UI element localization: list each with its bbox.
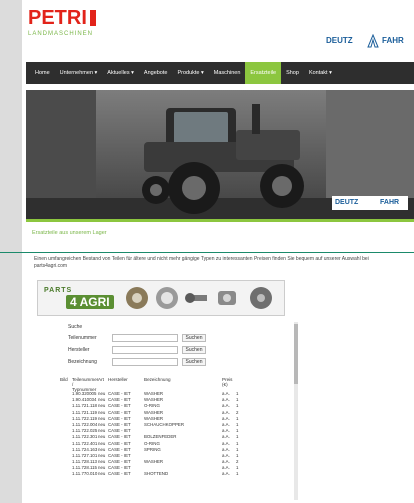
cell-bild [60,471,72,477]
col-art-header: Art [98,377,104,382]
petri-logo[interactable]: PETRI LANDMASCHINEN [28,8,98,37]
nav-item-maschinen[interactable]: Maschinen [209,62,246,84]
hero-brand-left-text: DEUTZ [335,199,359,206]
nav-item-unternehmen[interactable]: Unternehmen ▾ [55,62,103,84]
hersteller-label: Hersteller [68,347,90,353]
results-table: Bild Teilenummer / Typnummer Art Herstel… [60,377,290,478]
col-teilenummer-header: Teilenummer / Typnummer [72,377,99,392]
cell-bezeichnung: SHOTTEND [144,471,169,477]
nav-item-aktuelles[interactable]: Aktuelles ▾ [102,62,139,84]
hydraulic-part-icon [250,287,272,309]
hersteller-input[interactable] [112,346,178,354]
shaft-part-icon [185,293,207,303]
petri-logo-text: PETRI [28,7,87,29]
cell-preis: a.A. [222,471,230,477]
cell-teilenummer[interactable]: 1.11.770.010 [72,471,98,477]
deutz-fahr-logo[interactable]: DEUTZ FAHR [326,34,408,48]
deutz-fahr-mark-icon [367,34,379,48]
cell-qty: 1 [236,471,239,477]
teilenummer-search-button[interactable]: Suchen [182,334,206,342]
nav-item-ersatzteile[interactable]: Ersatzteile [245,62,282,84]
nav-item-angebote[interactable]: Angebote [139,62,173,84]
intro-text: Einen umfangreichen Bestand von Teilen f… [34,256,369,269]
hero-banner: DEUTZ FAHR [26,90,414,220]
main-navigation: Home Unternehmen ▾ Aktuelles ▾ Angebote … [26,62,414,84]
teilenummer-input[interactable] [112,334,178,342]
results-header-row: Bild Teilenummer / Typnummer Art Herstel… [60,377,290,392]
hersteller-search-button[interactable]: Suchen [182,346,206,354]
nav-item-kontakt[interactable]: Kontakt ▾ [304,62,337,84]
cell-art: neu [98,471,106,477]
bezeichnung-search-button[interactable]: Suchen [182,358,206,366]
nav-item-produkte[interactable]: Produkte ▾ [172,62,208,84]
col-hersteller-header: Hersteller [108,377,128,382]
site-header: PETRI LANDMASCHINEN DEUTZ FAHR [22,0,414,62]
nav-item-shop[interactable]: Shop [281,62,304,84]
section-title: Ersatzteile aus unserem Lager [32,230,107,236]
bearing-part-icon [156,287,178,309]
pump-part-icon [218,291,236,305]
petri-logo-bar [90,10,96,26]
bezeichnung-input[interactable] [112,358,178,366]
hero-brand-right-text: FAHR [380,199,400,206]
search-row-bezeichnung: Bezeichnung Suchen [68,358,278,367]
teal-divider-line [0,252,414,253]
search-row-hersteller: Hersteller Suchen [68,346,278,355]
teilenummer-label: Teilenummer [68,335,97,341]
brand-right-text: FAHR [382,36,404,45]
table-row[interactable]: 1.11.770.010 neu CASE - IET SHOTTEND a.A. 1 [60,471,290,477]
parts4agri-banner[interactable]: PARTS 4 AGRI [37,280,285,316]
search-panel: Suche Teilenummer Suchen Hersteller Such… [60,322,300,370]
results-scrollbar[interactable] [294,322,298,500]
parts4agri-word1: PARTS [44,287,73,294]
bezeichnung-label: Bezeichnung [68,359,97,365]
results-body: 1.90.320005 neu CASE - IET WASHER a.A. 1 1.90.… [60,391,290,478]
search-heading: Suche [68,324,83,330]
results-scrollbar-thumb[interactable] [294,324,298,384]
content-area: Ersatzteile aus unserem Lager [32,230,404,236]
col-bezeichnung-header: Bezeichnung [144,377,171,382]
petri-logo-subtitle: LANDMASCHINEN [28,31,94,37]
gear-part-icon [126,287,148,309]
parts4agri-word2: 4 AGRI [66,295,114,309]
cell-hersteller: CASE - IET [108,471,131,477]
col-bild-header: Bild [60,377,68,382]
hero-bottom-border [26,219,414,222]
nav-item-home[interactable]: Home [30,62,55,84]
hero-brand-badge: DEUTZ FAHR [332,196,408,210]
col-preis-header: Preis (€) [222,377,233,387]
brand-left-text: DEUTZ [326,36,353,45]
search-row-teilenummer: Teilenummer Suchen [68,334,278,343]
parts4agri-logo: PARTS 4 AGRI [42,285,116,313]
